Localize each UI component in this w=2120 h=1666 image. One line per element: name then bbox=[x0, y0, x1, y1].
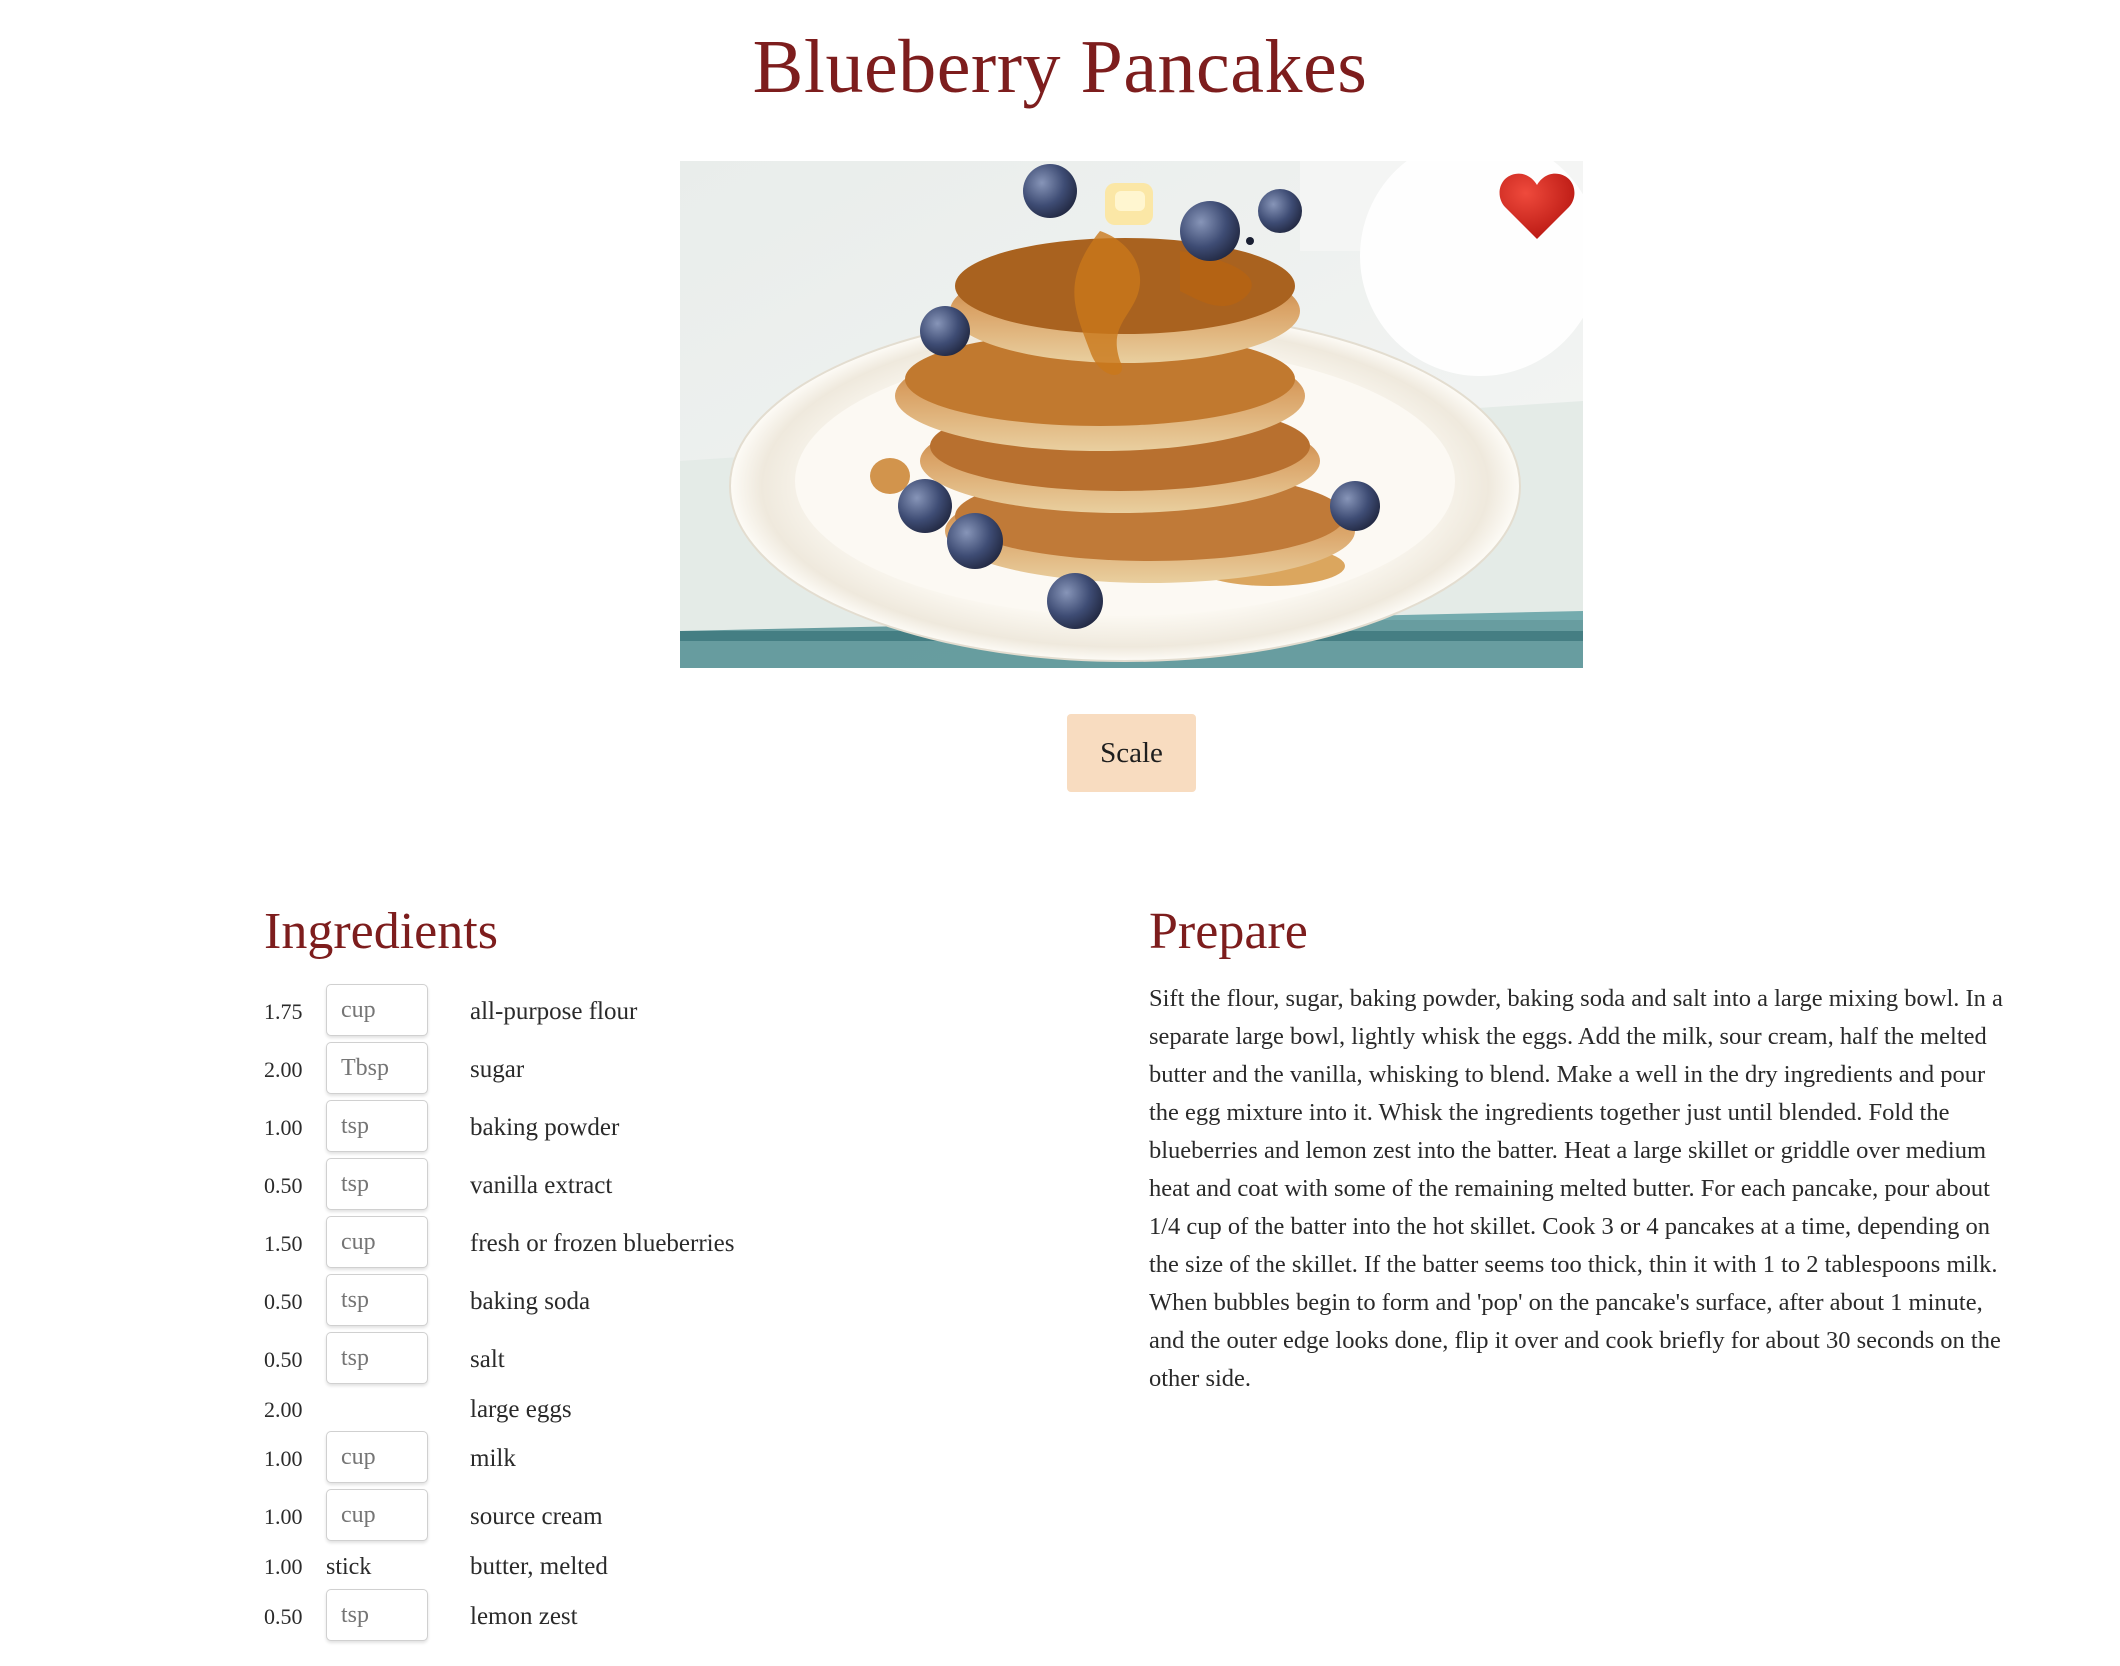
ingredient-row: 0.50 baking soda bbox=[264, 1274, 1064, 1327]
ingredient-name: large eggs bbox=[470, 1396, 572, 1423]
ingredient-unit-input[interactable] bbox=[326, 1431, 428, 1483]
ingredient-unit-input[interactable] bbox=[326, 1216, 428, 1268]
ingredient-unit-input[interactable] bbox=[326, 1100, 428, 1152]
ingredient-row: 0.50 lemon zest bbox=[264, 1589, 1064, 1642]
ingredient-quantity: 0.50 bbox=[264, 1604, 303, 1629]
ingredient-row: 1.50 fresh or frozen blueberries bbox=[264, 1216, 1064, 1269]
ingredient-quantity: 2.00 bbox=[264, 1397, 303, 1422]
ingredient-unit-input[interactable] bbox=[326, 1489, 428, 1541]
ingredient-unit-input[interactable] bbox=[326, 1332, 428, 1384]
heart-icon[interactable] bbox=[1497, 169, 1577, 241]
ingredient-name: lemon zest bbox=[470, 1603, 578, 1630]
ingredient-row: 1.00 source cream bbox=[264, 1489, 1064, 1542]
ingredient-row: 0.50 salt bbox=[264, 1332, 1064, 1385]
ingredient-name: vanilla extract bbox=[470, 1172, 613, 1199]
ingredient-name: fresh or frozen blueberries bbox=[470, 1230, 735, 1257]
ingredient-name: sugar bbox=[470, 1056, 525, 1083]
ingredient-quantity: 0.50 bbox=[264, 1173, 303, 1198]
preparation-instructions: Sift the flour, sugar, baking powder, ba… bbox=[1149, 985, 2003, 1392]
ingredient-row: 1.00 milk bbox=[264, 1431, 1064, 1484]
page-title: Blueberry Pancakes bbox=[752, 25, 1368, 109]
ingredient-name: butter, melted bbox=[470, 1553, 608, 1580]
ingredient-unit-input[interactable] bbox=[326, 1158, 428, 1210]
ingredient-name: all-purpose flour bbox=[470, 998, 638, 1025]
ingredient-quantity: 0.50 bbox=[264, 1289, 303, 1314]
ingredient-row: 2.00 sugar bbox=[264, 1042, 1064, 1095]
ingredients-heading: Ingredients bbox=[264, 903, 498, 960]
ingredient-quantity: 1.00 bbox=[264, 1115, 303, 1140]
ingredient-name: source cream bbox=[470, 1503, 603, 1530]
ingredient-row: 1.00 stick butter, melted bbox=[264, 1542, 1064, 1592]
ingredient-name: milk bbox=[470, 1445, 516, 1472]
ingredient-quantity: 1.75 bbox=[264, 999, 303, 1024]
pancake-stack-illustration bbox=[680, 161, 1583, 668]
ingredient-quantity: 2.00 bbox=[264, 1057, 303, 1082]
ingredient-quantity: 0.50 bbox=[264, 1347, 303, 1372]
ingredient-unit: stick bbox=[326, 1554, 372, 1580]
ingredient-row: 1.75 all-purpose flour bbox=[264, 984, 1064, 1037]
ingredient-quantity: 1.00 bbox=[264, 1504, 303, 1529]
ingredient-unit-input[interactable] bbox=[326, 1589, 428, 1641]
ingredient-row: 0.50 vanilla extract bbox=[264, 1158, 1064, 1211]
prepare-heading: Prepare bbox=[1149, 903, 1308, 960]
ingredient-unit-input[interactable] bbox=[326, 1274, 428, 1326]
ingredient-name: baking soda bbox=[470, 1288, 591, 1315]
scale-button[interactable]: Scale bbox=[1067, 714, 1196, 792]
ingredient-row: 2.00 large eggs bbox=[264, 1385, 1064, 1435]
ingredient-quantity: 1.00 bbox=[264, 1446, 303, 1471]
ingredient-name: salt bbox=[470, 1346, 505, 1373]
recipe-photo bbox=[680, 161, 1583, 668]
ingredient-name: baking powder bbox=[470, 1114, 620, 1141]
ingredient-quantity: 1.00 bbox=[264, 1554, 303, 1579]
ingredient-row: 1.00 baking powder bbox=[264, 1100, 1064, 1153]
ingredient-quantity: 1.50 bbox=[264, 1231, 303, 1256]
ingredient-unit-input[interactable] bbox=[326, 1042, 428, 1094]
ingredient-unit-input[interactable] bbox=[326, 984, 428, 1036]
